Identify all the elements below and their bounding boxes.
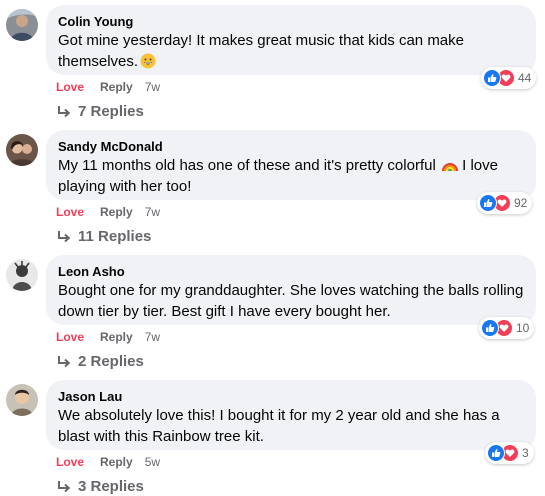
comment-actions: Love Reply 7w — [56, 205, 160, 219]
grinning-face-emoji — [140, 53, 156, 69]
comment-text: My 11 months old has one of these and it… — [58, 155, 524, 197]
reply-arrow-icon — [58, 355, 71, 367]
like-reaction-icon — [481, 319, 499, 337]
reaction-count: 92 — [514, 196, 528, 210]
reaction-count: 10 — [516, 321, 530, 335]
love-button[interactable]: Love — [56, 80, 84, 94]
comment-body: My 11 months old has one of these and it… — [58, 157, 436, 174]
reply-arrow-icon — [58, 105, 71, 117]
rainbow-emoji — [441, 157, 458, 173]
reply-button[interactable]: Reply — [100, 455, 133, 469]
comment-author[interactable]: Sandy McDonald — [58, 138, 524, 155]
comment-timestamp[interactable]: 7w — [145, 330, 160, 344]
like-reaction-icon — [487, 444, 505, 462]
comment-body: Got mine yesterday! It makes great music… — [58, 32, 464, 70]
like-reaction-icon — [479, 194, 497, 212]
comment-timestamp[interactable]: 5w — [145, 455, 160, 469]
love-button[interactable]: Love — [56, 455, 84, 469]
replies-count-label: 2 Replies — [78, 353, 144, 370]
reaction-summary[interactable]: 44 — [481, 67, 537, 89]
reaction-count: 3 — [522, 446, 529, 460]
reaction-summary[interactable]: 92 — [477, 192, 533, 214]
comments-feed: Colin Young Got mine yesterday! It makes… — [0, 0, 545, 496]
comment-actions: Love Reply 5w — [56, 455, 160, 469]
love-button[interactable]: Love — [56, 205, 84, 219]
reaction-summary[interactable]: 3 — [485, 442, 534, 464]
avatar[interactable] — [6, 384, 38, 416]
avatar[interactable] — [6, 259, 38, 291]
reply-arrow-icon — [58, 230, 71, 242]
comment-actions: Love Reply 7w — [56, 80, 160, 94]
avatar[interactable] — [6, 9, 38, 41]
comment-timestamp[interactable]: 7w — [145, 205, 160, 219]
comment-author[interactable]: Jason Lau — [58, 388, 524, 405]
view-replies-link[interactable]: 11 Replies — [56, 228, 151, 245]
comment-bubble: Colin Young Got mine yesterday! It makes… — [46, 5, 536, 75]
comment-text: Bought one for my granddaughter. She lov… — [58, 282, 524, 320]
love-button[interactable]: Love — [56, 330, 84, 344]
reply-button[interactable]: Reply — [100, 205, 133, 219]
comment-actions: Love Reply 7w — [56, 330, 160, 344]
comment-bubble: Jason Lau We absolutely love this! I bou… — [46, 380, 536, 450]
replies-count-label: 7 Replies — [78, 103, 144, 120]
comment-bubble: Leon Asho Bought one for my granddaughte… — [46, 255, 536, 325]
comment-text: Got mine yesterday! It makes great music… — [58, 30, 524, 72]
comment-author[interactable]: Colin Young — [58, 13, 524, 30]
reply-button[interactable]: Reply — [100, 330, 133, 344]
replies-count-label: 11 Replies — [78, 228, 152, 245]
replies-count-label: 3 Replies — [78, 478, 144, 495]
comment-timestamp[interactable]: 7w — [145, 80, 160, 94]
comment-author[interactable]: Leon Asho — [58, 263, 524, 280]
avatar[interactable] — [6, 134, 38, 166]
comment-text: We absolutely love this! I bought it for… — [58, 407, 500, 445]
view-replies-link[interactable]: 3 Replies — [56, 478, 144, 495]
reply-arrow-icon — [58, 480, 71, 492]
view-replies-link[interactable]: 7 Replies — [56, 103, 144, 120]
reaction-count: 44 — [518, 71, 532, 85]
like-reaction-icon — [483, 69, 501, 87]
comment-bubble: Sandy McDonald My 11 months old has one … — [46, 130, 536, 200]
view-replies-link[interactable]: 2 Replies — [56, 353, 144, 370]
reaction-summary[interactable]: 10 — [479, 317, 535, 339]
reply-button[interactable]: Reply — [100, 80, 133, 94]
